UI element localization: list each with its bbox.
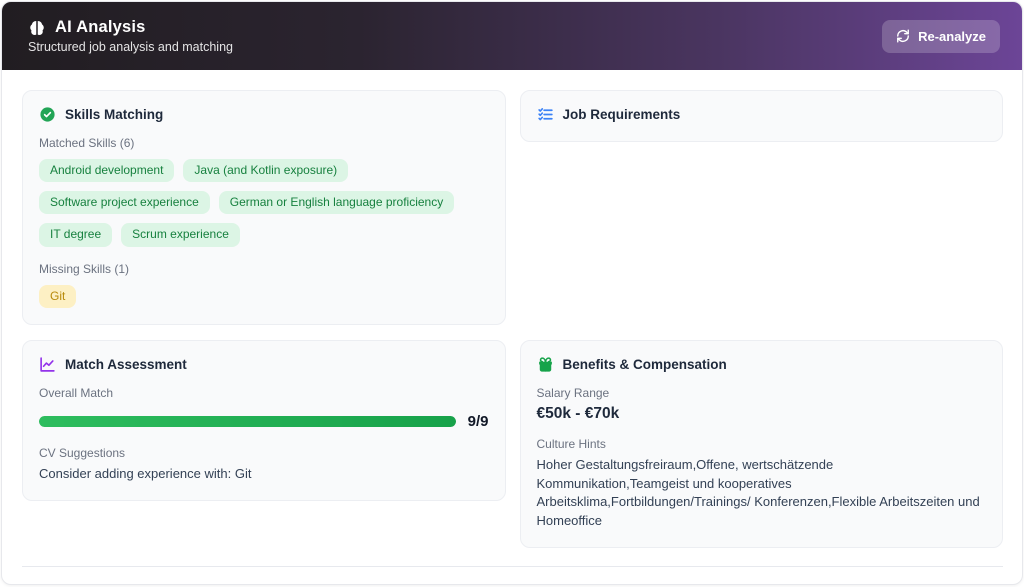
header: AI Analysis Structured job analysis and … — [2, 2, 1022, 70]
benefits-title: Benefits & Compensation — [563, 357, 727, 372]
matched-skill-chip: Android development — [39, 159, 174, 182]
cv-suggestion-text: Consider adding experience with: Git — [39, 465, 489, 484]
skills-matching-card: Skills Matching Matched Skills (6) Andro… — [22, 90, 506, 325]
job-requirements-title: Job Requirements — [563, 107, 681, 122]
content: Skills Matching Matched Skills (6) Andro… — [2, 70, 1022, 567]
gift-icon — [537, 356, 554, 373]
reanalyze-button[interactable]: Re-analyze — [882, 20, 1000, 53]
reanalyze-button-label: Re-analyze — [918, 29, 986, 44]
matched-skill-chip: Software project experience — [39, 191, 210, 214]
overall-match-progress: 9/9 — [39, 413, 489, 430]
list-checks-icon — [537, 106, 554, 123]
matched-skill-chip: German or English language proficiency — [219, 191, 454, 214]
salary-range-value: €50k - €70k — [537, 405, 987, 423]
overall-match-label: Overall Match — [39, 386, 489, 400]
ai-analysis-panel: AI Analysis Structured job analysis and … — [1, 1, 1023, 585]
job-requirements-card: Job Requirements — [520, 90, 1004, 142]
missing-skills-list: Git — [39, 285, 489, 308]
overall-match-bar-track — [39, 416, 456, 427]
overall-match-score: 9/9 — [468, 413, 489, 430]
refresh-icon — [896, 29, 910, 43]
check-circle-icon — [39, 106, 56, 123]
header-text-block: AI Analysis Structured job analysis and … — [28, 18, 233, 54]
salary-range-label: Salary Range — [537, 386, 987, 400]
missing-skills-label: Missing Skills (1) — [39, 262, 489, 276]
cards-grid: Skills Matching Matched Skills (6) Andro… — [22, 90, 1003, 548]
brain-icon — [28, 19, 46, 37]
match-assessment-title: Match Assessment — [65, 357, 187, 372]
culture-hints-text: Hoher Gestaltungsfreiraum,Offene, wertsc… — [537, 456, 987, 531]
skills-matching-title: Skills Matching — [65, 107, 163, 122]
chart-line-icon — [39, 356, 56, 373]
missing-skill-chip: Git — [39, 285, 76, 308]
relevance-analysis-section: Relevance Analysis Strong overall match … — [2, 567, 1022, 585]
matched-skill-chip: Java (and Kotlin exposure) — [183, 159, 348, 182]
culture-hints-label: Culture Hints — [537, 437, 987, 451]
page-title: AI Analysis — [55, 18, 146, 37]
matched-skills-list: Android development Java (and Kotlin expo… — [39, 159, 489, 247]
overall-match-bar-fill — [39, 416, 456, 427]
page-subtitle: Structured job analysis and matching — [28, 40, 233, 54]
benefits-card: Benefits & Compensation Salary Range €50… — [520, 340, 1004, 548]
match-assessment-card: Match Assessment Overall Match 9/9 CV Su… — [22, 340, 506, 501]
matched-skills-label: Matched Skills (6) — [39, 136, 489, 150]
matched-skill-chip: Scrum experience — [121, 223, 240, 246]
cv-suggestions-label: CV Suggestions — [39, 446, 489, 460]
matched-skill-chip: IT degree — [39, 223, 112, 246]
